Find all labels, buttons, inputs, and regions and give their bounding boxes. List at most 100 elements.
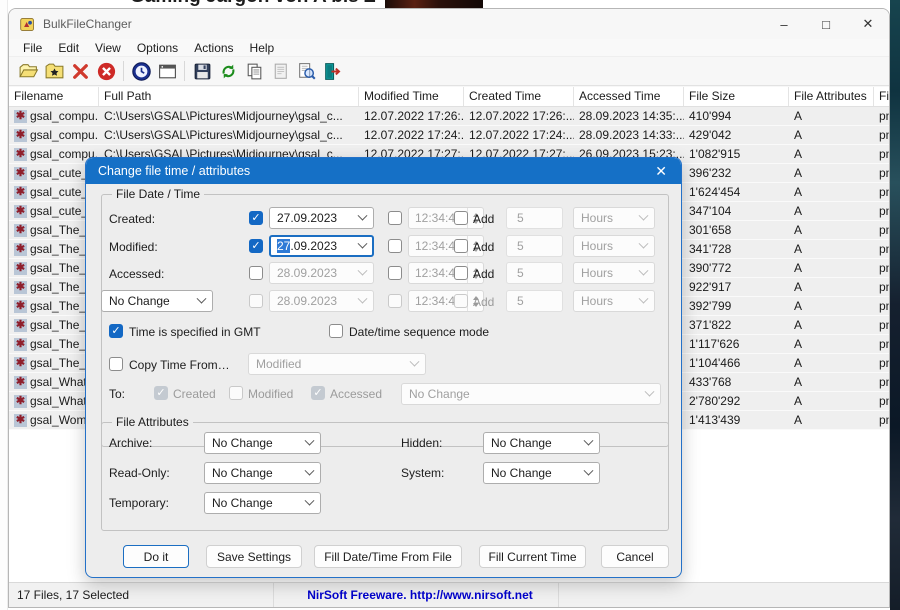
status-selection-count: 17 Files, 17 Selected xyxy=(9,583,274,607)
copy-time-from-combo[interactable]: Modified xyxy=(248,353,426,375)
fourth-add-checkbox[interactable] xyxy=(454,294,468,308)
accessed-add-label: Add xyxy=(473,267,494,281)
copy-time-from-checkbox[interactable] xyxy=(109,357,123,371)
fourth-date-combo[interactable]: 28.09.2023 xyxy=(269,290,374,312)
cell-size: 390'772 xyxy=(684,259,789,277)
fourth-time-mode-combo[interactable]: No Change xyxy=(101,290,213,312)
cell-size: 429'042 xyxy=(684,126,789,144)
add-folder-icon[interactable] xyxy=(42,59,66,83)
image-file-icon: ✱ xyxy=(14,376,27,389)
cell-ext: png xyxy=(874,240,890,258)
clear-icon[interactable] xyxy=(94,59,118,83)
menu-help[interactable]: Help xyxy=(242,41,283,55)
save-settings-button[interactable]: Save Settings xyxy=(206,545,302,568)
modified-date-checkbox[interactable]: ✓ xyxy=(249,239,263,253)
gmt-checkbox[interactable]: ✓ xyxy=(109,324,123,338)
window-controls: – □ ✕ xyxy=(763,9,889,39)
created-time-checkbox[interactable] xyxy=(388,211,402,225)
cancel-button[interactable]: Cancel xyxy=(601,545,669,568)
menu-view[interactable]: View xyxy=(87,41,129,55)
to-mode-combo[interactable]: No Change xyxy=(401,383,661,405)
delete-icon[interactable] xyxy=(68,59,92,83)
created-add-unit-combo[interactable]: Hours xyxy=(573,207,655,229)
menu-edit[interactable]: Edit xyxy=(50,41,87,55)
menu-actions[interactable]: Actions xyxy=(186,41,241,55)
fourth-add-amount[interactable]: 5 xyxy=(506,290,563,312)
sequence-mode-checkbox[interactable] xyxy=(329,324,343,338)
accessed-date-combo[interactable]: 28.09.2023 xyxy=(269,262,374,284)
nirsoft-link[interactable]: NirSoft Freeware. http://www.nirsoft.net xyxy=(307,588,533,602)
fourth-add-unit-combo[interactable]: Hours xyxy=(573,290,655,312)
table-row[interactable]: ✱gsal_compu...C:\Users\GSAL\Pictures\Mid… xyxy=(9,107,890,126)
archive-combo[interactable]: No Change xyxy=(204,432,321,454)
minimize-button[interactable]: – xyxy=(763,9,805,39)
open-files-icon[interactable] xyxy=(16,59,40,83)
cell-attr: A xyxy=(789,202,874,220)
menu-options[interactable]: Options xyxy=(129,41,186,55)
fill-datetime-from-file-button[interactable]: Fill Date/Time From File xyxy=(314,545,462,568)
accessed-date-checkbox[interactable] xyxy=(249,266,263,280)
column-header-file[interactable]: File xyxy=(874,87,890,106)
created-date-checkbox[interactable]: ✓ xyxy=(249,211,263,225)
cell-attr: A xyxy=(789,221,874,239)
cell-size: 433'768 xyxy=(684,373,789,391)
temporary-combo[interactable]: No Change xyxy=(204,492,321,514)
to-modified-label: Modified xyxy=(248,387,293,401)
dialog-titlebar: Change file time / attributes ✕ xyxy=(86,158,681,184)
to-mode-value: No Change xyxy=(409,387,470,401)
modified-date-combo[interactable]: 27.09.2023 xyxy=(269,235,374,257)
window-icon[interactable] xyxy=(155,59,179,83)
exit-icon[interactable] xyxy=(320,59,344,83)
save-icon[interactable] xyxy=(190,59,214,83)
refresh-icon[interactable] xyxy=(216,59,240,83)
created-add-label: Add xyxy=(473,212,494,226)
clock-icon[interactable] xyxy=(129,59,153,83)
close-button[interactable]: ✕ xyxy=(847,9,889,39)
created-add-amount[interactable]: 5 xyxy=(506,207,563,229)
copy-time-from-label: Copy Time From… xyxy=(129,358,230,372)
to-accessed-checkbox[interactable]: ✓ xyxy=(311,386,325,400)
cell-ext: png xyxy=(874,183,890,201)
table-row[interactable]: ✱gsal_compu...C:\Users\GSAL\Pictures\Mid… xyxy=(9,126,890,145)
column-header-file-size[interactable]: File Size xyxy=(684,87,789,106)
modified-add-checkbox[interactable] xyxy=(454,239,468,253)
image-file-icon: ✱ xyxy=(14,243,27,256)
accessed-add-unit-combo[interactable]: Hours xyxy=(573,262,655,284)
modified-add-amount[interactable]: 5 xyxy=(506,235,563,257)
dialog-close-icon[interactable]: ✕ xyxy=(641,163,681,180)
accessed-label: Accessed: xyxy=(109,267,164,281)
column-header-created-time[interactable]: Created Time xyxy=(464,87,574,106)
created-date-combo[interactable]: 27.09.2023 xyxy=(269,207,374,229)
cell-size: 1'413'439 xyxy=(684,411,789,429)
properties-icon[interactable] xyxy=(268,59,292,83)
image-file-icon: ✱ xyxy=(14,338,27,351)
accessed-time-checkbox[interactable] xyxy=(388,266,402,280)
column-header-full-path[interactable]: Full Path xyxy=(99,87,359,106)
hidden-combo[interactable]: No Change xyxy=(483,432,600,454)
find-icon[interactable] xyxy=(294,59,318,83)
to-created-checkbox[interactable]: ✓ xyxy=(154,386,168,400)
column-header-modified-time[interactable]: Modified Time xyxy=(359,87,464,106)
accessed-add-amount[interactable]: 5 xyxy=(506,262,563,284)
system-combo[interactable]: No Change xyxy=(483,462,600,484)
column-header-filename[interactable]: Filename xyxy=(9,87,99,106)
accessed-add-checkbox[interactable] xyxy=(454,266,468,280)
copy-time-from-value: Modified xyxy=(256,357,301,371)
fill-current-time-button[interactable]: Fill Current Time xyxy=(479,545,586,568)
do-it-button[interactable]: Do it xyxy=(123,545,189,568)
fourth-date-checkbox[interactable] xyxy=(249,294,263,308)
file-datetime-group-label: File Date / Time xyxy=(112,187,204,201)
modified-time-checkbox[interactable] xyxy=(388,239,402,253)
modified-add-unit-combo[interactable]: Hours xyxy=(573,235,655,257)
created-add-checkbox[interactable] xyxy=(454,211,468,225)
menu-file[interactable]: File xyxy=(15,41,50,55)
image-file-icon: ✱ xyxy=(14,414,27,427)
copy-icon[interactable] xyxy=(242,59,266,83)
chevron-down-icon xyxy=(639,265,649,275)
column-header-file-attributes[interactable]: File Attributes xyxy=(789,87,874,106)
column-header-accessed-time[interactable]: Accessed Time xyxy=(574,87,684,106)
fourth-time-checkbox[interactable] xyxy=(388,294,402,308)
to-modified-checkbox[interactable] xyxy=(229,386,243,400)
readonly-combo[interactable]: No Change xyxy=(204,462,321,484)
maximize-button[interactable]: □ xyxy=(805,9,847,39)
